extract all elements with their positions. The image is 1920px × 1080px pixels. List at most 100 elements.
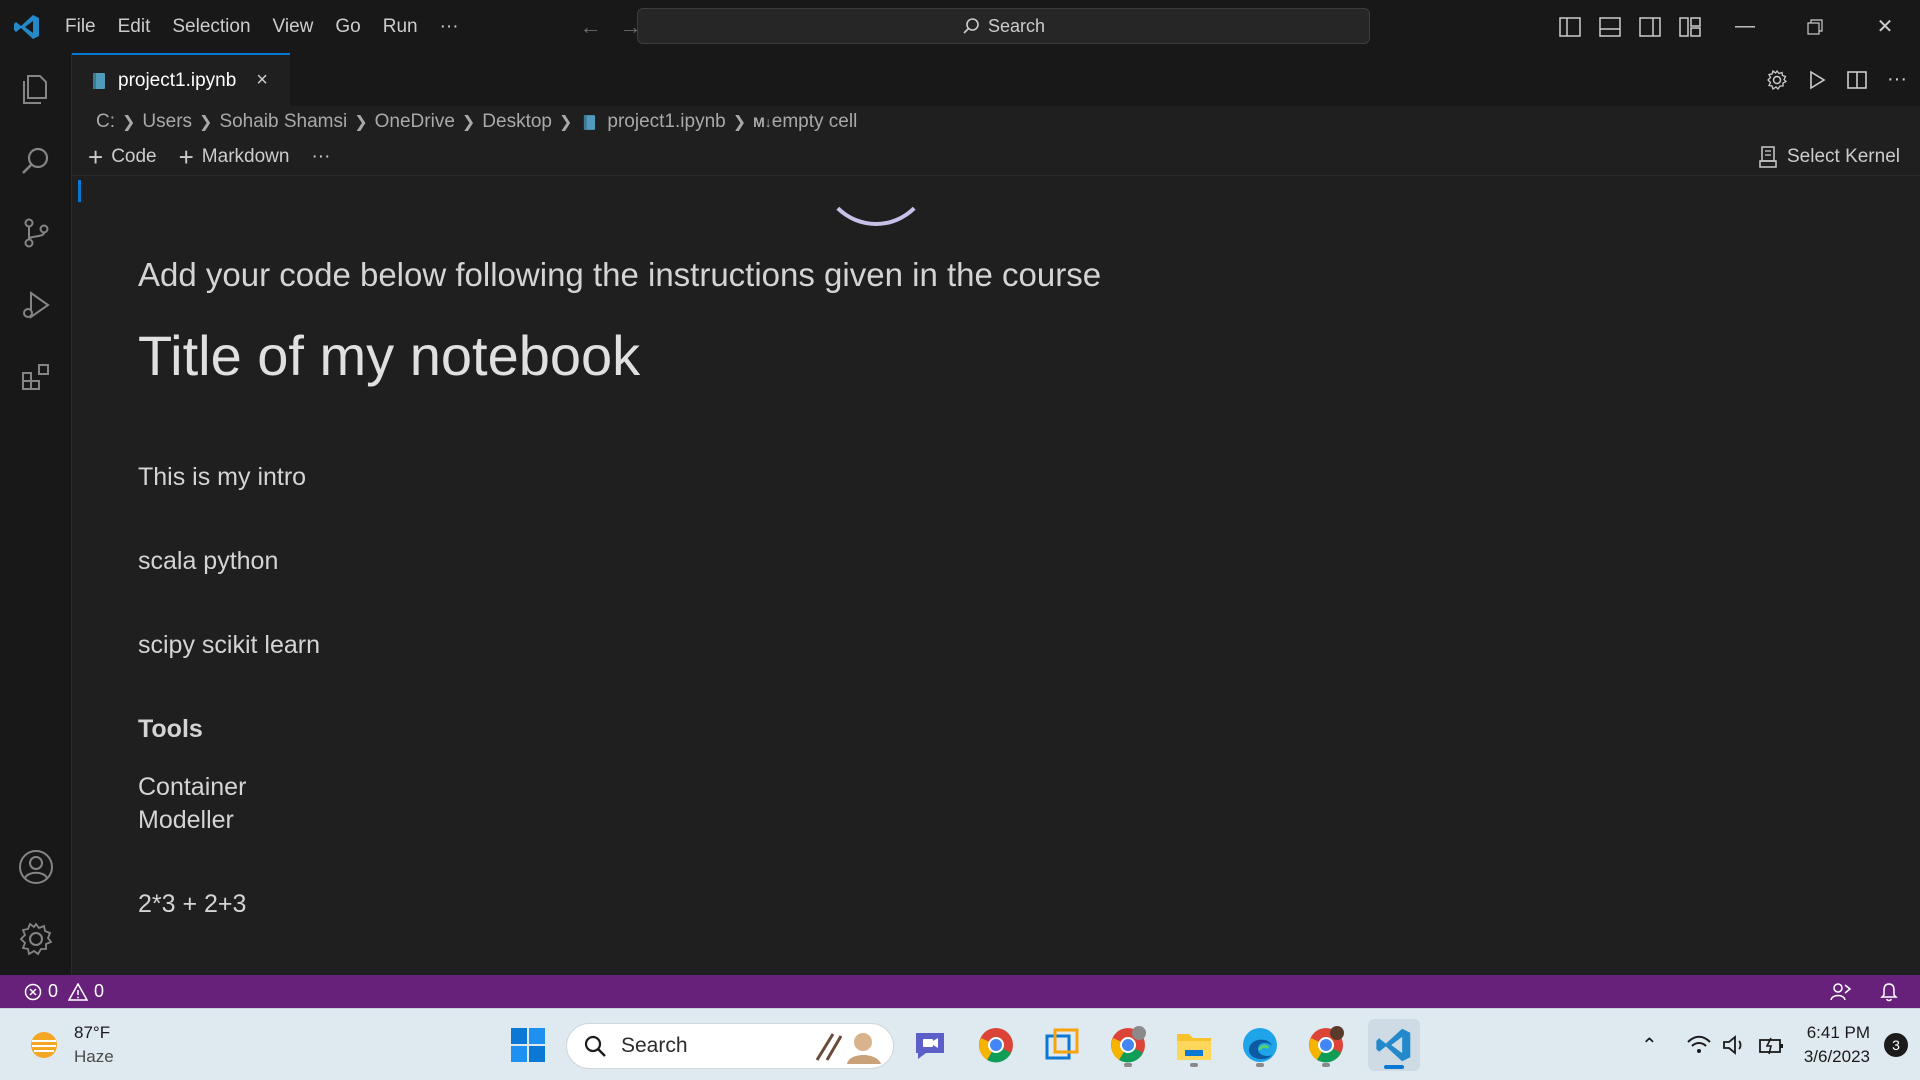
clock-time: 6:41 PM [1806, 1023, 1870, 1042]
tab-close-icon[interactable]: × [256, 69, 268, 92]
volume-icon[interactable] [1722, 1034, 1748, 1056]
title-bar-controls: — ✕ [1550, 0, 1920, 53]
menu-run[interactable]: Run [372, 0, 429, 53]
chevron-right-icon: ❯ [461, 114, 476, 131]
show-hidden-icons-chevron-icon[interactable]: ⌃ [1641, 1033, 1658, 1058]
back-arrow-icon[interactable]: ← [580, 14, 602, 40]
search-icon [963, 18, 979, 34]
menu-view[interactable]: View [262, 0, 325, 53]
editor-area: project1.ipynb × ··· C: ❯ Users ❯ Sohaib… [72, 53, 1920, 975]
search-label: Search [987, 15, 1046, 36]
toggle-primary-sidebar-icon[interactable] [1550, 0, 1590, 53]
menu-bar: File Edit Selection View Go Run ··· [54, 0, 470, 53]
accounts-icon[interactable] [0, 831, 72, 903]
chrome-icon[interactable] [972, 1021, 1020, 1069]
taskbar-clock[interactable]: 6:41 PM 3/6/2023 [1804, 1021, 1870, 1069]
close-window-icon[interactable]: ✕ [1850, 0, 1920, 53]
problems-indicator[interactable]: 0 0 [0, 981, 104, 1002]
source-control-icon[interactable] [0, 197, 72, 269]
manage-gear-icon[interactable] [0, 903, 72, 975]
taskbar-search-label: Search [621, 1034, 688, 1057]
add-markdown-cell-button[interactable]: + Markdown [179, 144, 290, 170]
command-center-search[interactable]: Search [637, 8, 1370, 44]
menu-edit[interactable]: Edit [107, 0, 162, 53]
chrome-profile-2-icon[interactable] [1302, 1021, 1350, 1069]
weather-widget[interactable]: 87°F Haze [26, 1021, 114, 1069]
select-kernel-label: Select Kernel [1786, 146, 1900, 167]
minimize-icon[interactable]: — [1710, 0, 1780, 53]
notebook-content: Add your code below following the instru… [72, 178, 1920, 975]
system-tray: ⌃ 6:41 PM 3/6/2023 3 [1641, 1009, 1920, 1080]
search-icon [584, 1035, 606, 1057]
add-code-cell-button[interactable]: + Code [88, 144, 157, 170]
edge-icon[interactable] [1236, 1021, 1284, 1069]
battery-charging-icon[interactable] [1758, 1035, 1786, 1055]
run-and-debug-icon[interactable] [0, 269, 72, 341]
menu-selection[interactable]: Selection [161, 0, 261, 53]
menu-more-button[interactable]: ··· [429, 0, 470, 53]
warning-icon [68, 982, 89, 1001]
notebook-toolbar: + Code + Markdown ··· Select Kernel [72, 138, 1920, 176]
plus-icon: + [178, 141, 194, 172]
tab-project1-ipynb[interactable]: project1.ipynb × [72, 53, 290, 106]
warning-count: 0 [94, 981, 105, 1001]
split-editor-icon[interactable] [1844, 67, 1870, 93]
running-indicator [1190, 1063, 1198, 1067]
markdown-expression: 2*3 + 2+3 [138, 890, 247, 918]
restore-icon[interactable] [1780, 0, 1850, 53]
activity-bar [0, 53, 72, 975]
menu-go[interactable]: Go [324, 0, 371, 53]
toolbar-more-button[interactable]: ··· [311, 146, 330, 168]
add-code-label: Code [111, 145, 157, 167]
running-indicator [1124, 1063, 1132, 1067]
toggle-secondary-sidebar-icon[interactable] [1630, 0, 1670, 53]
weather-temperature: 87°F [74, 1023, 111, 1042]
markdown-tool-item: Container [138, 773, 247, 801]
chrome-profile-icon[interactable] [1104, 1021, 1152, 1069]
wifi-icon[interactable] [1686, 1035, 1712, 1055]
error-icon [24, 983, 42, 1000]
taskbar-search-box[interactable]: Search [566, 1023, 894, 1069]
breadcrumb-item[interactable]: Sohaib Shamsi [219, 111, 347, 133]
chevron-right-icon: ❯ [732, 114, 747, 131]
markdown-line: scipy scikit learn [138, 631, 320, 659]
live-share-icon[interactable] [1830, 982, 1852, 1002]
breadcrumb: C: ❯ Users ❯ Sohaib Shamsi ❯ OneDrive ❯ … [72, 106, 1920, 138]
markdown-lead-text: Add your code below following the instru… [138, 256, 1102, 293]
breadcrumb-item[interactable]: OneDrive [375, 111, 455, 133]
breadcrumb-item[interactable]: project1.ipynb [607, 111, 725, 133]
breadcrumb-item[interactable]: Users [142, 111, 192, 133]
markdown-intro: This is my intro [138, 463, 307, 491]
run-icon[interactable] [1804, 67, 1830, 93]
breadcrumb-cell[interactable]: M↓empty cell [753, 111, 857, 133]
error-count: 0 [48, 981, 59, 1001]
notification-count-badge[interactable]: 3 [1884, 1033, 1908, 1057]
active-indicator [1384, 1065, 1404, 1069]
windows-start-icon[interactable] [504, 1021, 552, 1069]
breadcrumb-item[interactable]: C: [96, 111, 115, 133]
explorer-icon[interactable] [0, 53, 72, 125]
notebook-file-icon [93, 72, 105, 89]
teams-chat-icon[interactable] [906, 1021, 954, 1069]
running-indicator [1256, 1063, 1264, 1067]
remote-desktop-icon[interactable] [1038, 1021, 1086, 1069]
vscode-taskbar-icon[interactable] [1368, 1019, 1420, 1071]
toggle-panel-icon[interactable] [1590, 0, 1630, 53]
menu-file[interactable]: File [54, 0, 107, 53]
select-kernel-button[interactable]: Select Kernel [1759, 138, 1900, 176]
running-indicator [1322, 1063, 1330, 1067]
notebook-file-icon [584, 114, 596, 130]
file-explorer-icon[interactable] [1170, 1021, 1218, 1069]
status-bar: 0 0 [0, 975, 1920, 1008]
more-actions-icon[interactable]: ··· [1884, 67, 1910, 93]
breadcrumb-cell-label: empty cell [771, 111, 858, 132]
customize-layout-icon[interactable] [1670, 0, 1710, 53]
kernel-icon [1759, 146, 1777, 168]
search-sidebar-icon[interactable] [0, 125, 72, 197]
settings-gear-icon[interactable] [1764, 67, 1790, 93]
loading-spinner [820, 178, 932, 226]
bell-icon[interactable] [1880, 982, 1898, 1002]
editor-actions: ··· [1764, 53, 1910, 106]
breadcrumb-item[interactable]: Desktop [482, 111, 552, 133]
extensions-icon[interactable] [0, 341, 72, 413]
